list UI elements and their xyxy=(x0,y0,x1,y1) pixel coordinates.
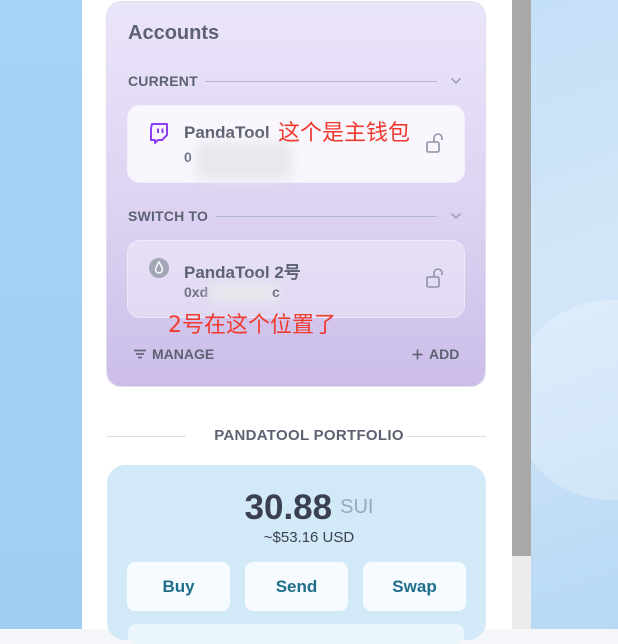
current-section-label: CURRENT xyxy=(128,73,198,89)
twitch-icon xyxy=(150,123,168,144)
switch-account-address: 0xd xyxy=(184,284,209,300)
scrollbar-thumb[interactable] xyxy=(512,0,531,556)
accounts-title: Accounts xyxy=(128,22,220,44)
balance-amount: 30.88 xyxy=(244,488,333,527)
buy-button[interactable]: Buy xyxy=(127,562,230,611)
next-section-card xyxy=(128,624,464,644)
redacted-address xyxy=(196,142,292,180)
switch-account-name: PandaTool 2号 xyxy=(184,263,301,282)
current-divider xyxy=(205,81,437,82)
balance-display: 30.88 SUI xyxy=(0,488,618,528)
chevron-down-icon[interactable] xyxy=(450,75,462,87)
swap-button[interactable]: Swap xyxy=(363,562,466,611)
portfolio-heading-wrap: PANDATOOL PORTFOLIO xyxy=(0,427,618,445)
switch-account-address-suffix: c xyxy=(272,284,280,300)
balance-unit: SUI xyxy=(340,496,374,518)
annotation-main-wallet: 这个是主钱包 xyxy=(278,121,411,146)
filter-icon xyxy=(134,349,146,359)
balance-usd: ~$53.16 USD xyxy=(263,529,355,546)
manage-button[interactable]: MANAGE xyxy=(134,346,214,362)
unlock-icon[interactable] xyxy=(425,267,445,289)
current-account-name: PandaTool xyxy=(184,123,270,142)
annotation-second-position: 2号在这个位置了 xyxy=(168,313,336,338)
plus-icon xyxy=(412,349,423,359)
portfolio-heading: PANDATOOL PORTFOLIO xyxy=(214,427,404,444)
drop-icon xyxy=(149,258,169,278)
add-account-button[interactable]: ADD xyxy=(412,346,459,362)
add-label: ADD xyxy=(429,346,460,362)
manage-label: MANAGE xyxy=(152,346,215,362)
chevron-down-icon[interactable] xyxy=(450,210,462,222)
unlock-icon[interactable] xyxy=(425,132,445,154)
redacted-address xyxy=(208,284,280,302)
switch-divider xyxy=(216,216,437,217)
switch-section-label: SWITCH TO xyxy=(128,208,209,224)
current-account-address: 0 xyxy=(184,149,192,165)
send-button[interactable]: Send xyxy=(245,562,348,611)
